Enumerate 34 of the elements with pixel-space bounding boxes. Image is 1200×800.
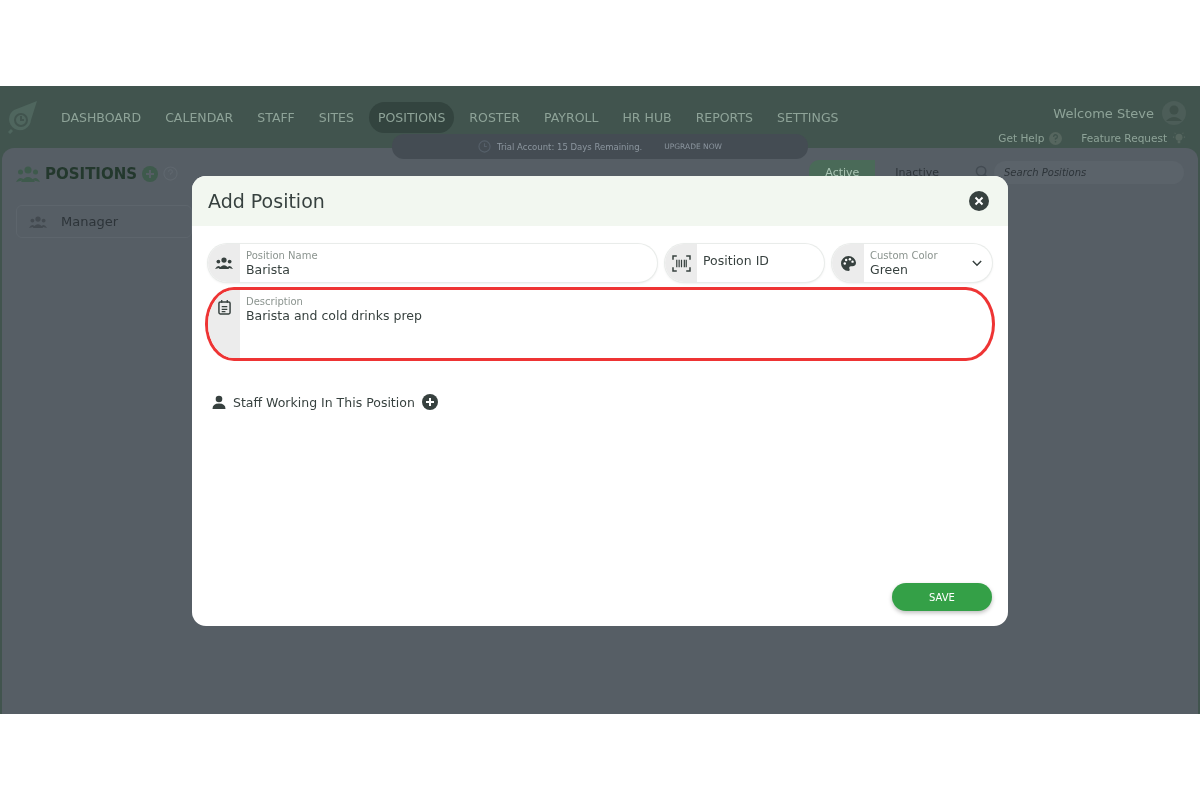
color-select[interactable]: Green	[870, 261, 972, 277]
chevron-down-icon[interactable]	[972, 259, 982, 267]
field-label: Description	[246, 296, 304, 308]
palette-icon	[840, 255, 856, 271]
nav-link[interactable]: DASHBOARD	[52, 101, 151, 133]
nav-link[interactable]: SITES	[309, 101, 363, 133]
people-icon	[215, 257, 233, 269]
nav-link[interactable]: HR HUB	[613, 101, 681, 133]
document-icon	[217, 300, 231, 315]
field-label: Position Name	[246, 249, 319, 262]
trial-text: Trial Account: 15 Days Remaining.	[497, 141, 643, 152]
dialog-title: Add Position	[208, 190, 325, 212]
nav-link[interactable]: PAYROLL	[535, 101, 608, 133]
description-input[interactable]: Barista and cold drinks prep	[246, 308, 992, 348]
section-heading: Staff Working In This Position	[233, 394, 415, 410]
nav-link[interactable]: STAFF	[248, 101, 304, 133]
nav-link[interactable]: SETTINGS	[767, 101, 848, 133]
nav-link[interactable]: REPORTS	[686, 101, 762, 133]
get-help-link[interactable]: Get Help	[998, 132, 1045, 144]
people-icon	[16, 165, 40, 182]
barcode-icon	[671, 254, 691, 272]
nav-link[interactable]: CALENDAR	[156, 101, 243, 133]
nav-link[interactable]: POSITIONS	[368, 101, 455, 133]
field-label: Custom Color	[870, 249, 939, 262]
feature-request-link[interactable]: Feature Request	[1081, 132, 1167, 144]
nav-link[interactable]: ROSTER	[460, 101, 530, 133]
text-input[interactable]: Position ID	[703, 252, 824, 268]
close-icon[interactable]	[969, 191, 989, 211]
save-button[interactable]: SAVE	[892, 583, 992, 611]
add-icon[interactable]	[421, 394, 438, 410]
welcome-text: Welcome Steve	[1053, 105, 1154, 121]
text-input[interactable]: Barista	[246, 261, 657, 277]
person-icon	[212, 395, 226, 409]
page-title: POSITIONS	[45, 164, 138, 183]
